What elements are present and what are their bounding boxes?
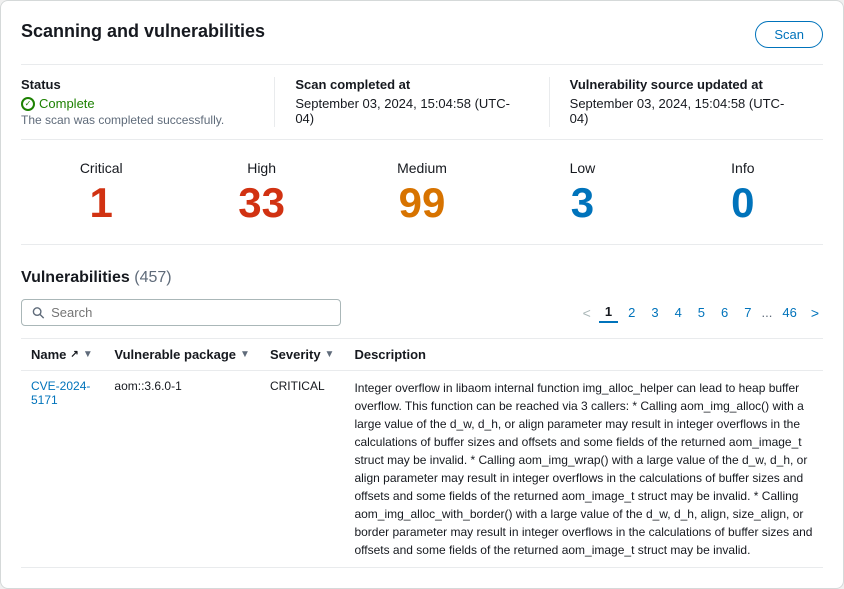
status-label: Status — [21, 77, 254, 92]
vuln-title: Vulnerabilities — [21, 269, 130, 286]
search-box[interactable] — [21, 299, 341, 326]
sort-icon: ▼ — [325, 349, 335, 360]
status-block-scan: Scan completed at September 03, 2024, 15… — [274, 77, 548, 127]
vuln-source-value: September 03, 2024, 15:04:58 (UTC-04) — [570, 96, 803, 126]
external-link-icon: ↗ — [70, 349, 78, 360]
col-description: Description — [344, 339, 823, 371]
col-name[interactable]: Name↗▼ — [21, 339, 104, 371]
col-severity[interactable]: Severity▼ — [260, 339, 345, 371]
pagination-page-4[interactable]: 4 — [669, 303, 688, 322]
table-header-row: Name↗▼Vulnerable package▼Severity▼Descri… — [21, 339, 823, 371]
table-body: CVE-2024-5171 aom::3.6.0-1 CRITICAL Inte… — [21, 371, 823, 568]
search-icon — [32, 306, 45, 320]
metric-value-medium: 99 — [342, 182, 502, 224]
pagination-page-1[interactable]: 1 — [599, 302, 618, 323]
pagination-page-5[interactable]: 5 — [692, 303, 711, 322]
vuln-header: Vulnerabilities (457) — [21, 269, 823, 287]
check-icon: ✓ — [21, 97, 35, 111]
metric-high: High 33 — [181, 160, 341, 224]
sort-icon: ▼ — [83, 349, 93, 360]
col-vulnerable-package[interactable]: Vulnerable package▼ — [104, 339, 260, 371]
pagination-prev[interactable]: < — [579, 303, 595, 323]
pagination-page-6[interactable]: 6 — [715, 303, 734, 322]
scan-button[interactable]: Scan — [755, 21, 823, 48]
metric-critical: Critical 1 — [21, 160, 181, 224]
status-subtitle: The scan was completed successfully. — [21, 113, 254, 127]
search-pagination-row: <1234567...46 > — [21, 299, 823, 326]
metrics-row: Critical 1 High 33 Medium 99 Low 3 Info … — [21, 160, 823, 245]
description-cell: Integer overflow in libaom internal func… — [344, 371, 823, 568]
pagination-next[interactable]: > — [807, 303, 823, 323]
metric-medium: Medium 99 — [342, 160, 502, 224]
metric-value-critical: 1 — [21, 182, 181, 224]
metric-low: Low 3 — [502, 160, 662, 224]
metric-label-low: Low — [502, 160, 662, 176]
table-row: CVE-2024-5171 aom::3.6.0-1 CRITICAL Inte… — [21, 371, 823, 568]
metric-value-info: 0 — [663, 182, 823, 224]
pagination-page-3[interactable]: 3 — [645, 303, 664, 322]
page-title: Scanning and vulnerabilities — [21, 21, 265, 42]
pagination: <1234567...46 > — [579, 302, 823, 323]
sort-icon: ▼ — [240, 349, 250, 360]
metric-label-medium: Medium — [342, 160, 502, 176]
vulnerabilities-section: Vulnerabilities (457) <1234567...46> Nam… — [21, 269, 823, 568]
vuln-count: (457) — [134, 269, 171, 286]
cve-link[interactable]: CVE-2024-5171 — [31, 379, 90, 407]
status-value: Complete — [39, 96, 95, 111]
metric-label-info: Info — [663, 160, 823, 176]
vuln-table: Name↗▼Vulnerable package▼Severity▼Descri… — [21, 338, 823, 568]
page-header: Scanning and vulnerabilities Scan — [21, 21, 823, 48]
severity-cell: CRITICAL — [260, 371, 345, 568]
pagination-ellipsis: ... — [762, 305, 773, 320]
status-block-vuln: Vulnerability source updated at Septembe… — [549, 77, 823, 127]
scan-value: September 03, 2024, 15:04:58 (UTC-04) — [295, 96, 528, 126]
scan-label: Scan completed at — [295, 77, 528, 92]
main-container: Scanning and vulnerabilities Scan Status… — [0, 0, 844, 589]
pagination-page-46[interactable]: 46 — [776, 303, 802, 322]
metric-value-low: 3 — [502, 182, 662, 224]
status-complete-badge: ✓ Complete — [21, 96, 254, 111]
metric-value-high: 33 — [181, 182, 341, 224]
pagination-page-7[interactable]: 7 — [738, 303, 757, 322]
search-input[interactable] — [51, 305, 330, 320]
cve-name-cell[interactable]: CVE-2024-5171 — [21, 371, 104, 568]
package-cell: aom::3.6.0-1 — [104, 371, 260, 568]
vuln-source-label: Vulnerability source updated at — [570, 77, 803, 92]
status-section: Status ✓ Complete The scan was completed… — [21, 64, 823, 140]
metric-label-critical: Critical — [21, 160, 181, 176]
table-header: Name↗▼Vulnerable package▼Severity▼Descri… — [21, 339, 823, 371]
status-block-status: Status ✓ Complete The scan was completed… — [21, 77, 274, 127]
metric-info: Info 0 — [663, 160, 823, 224]
pagination-page-2[interactable]: 2 — [622, 303, 641, 322]
metric-label-high: High — [181, 160, 341, 176]
